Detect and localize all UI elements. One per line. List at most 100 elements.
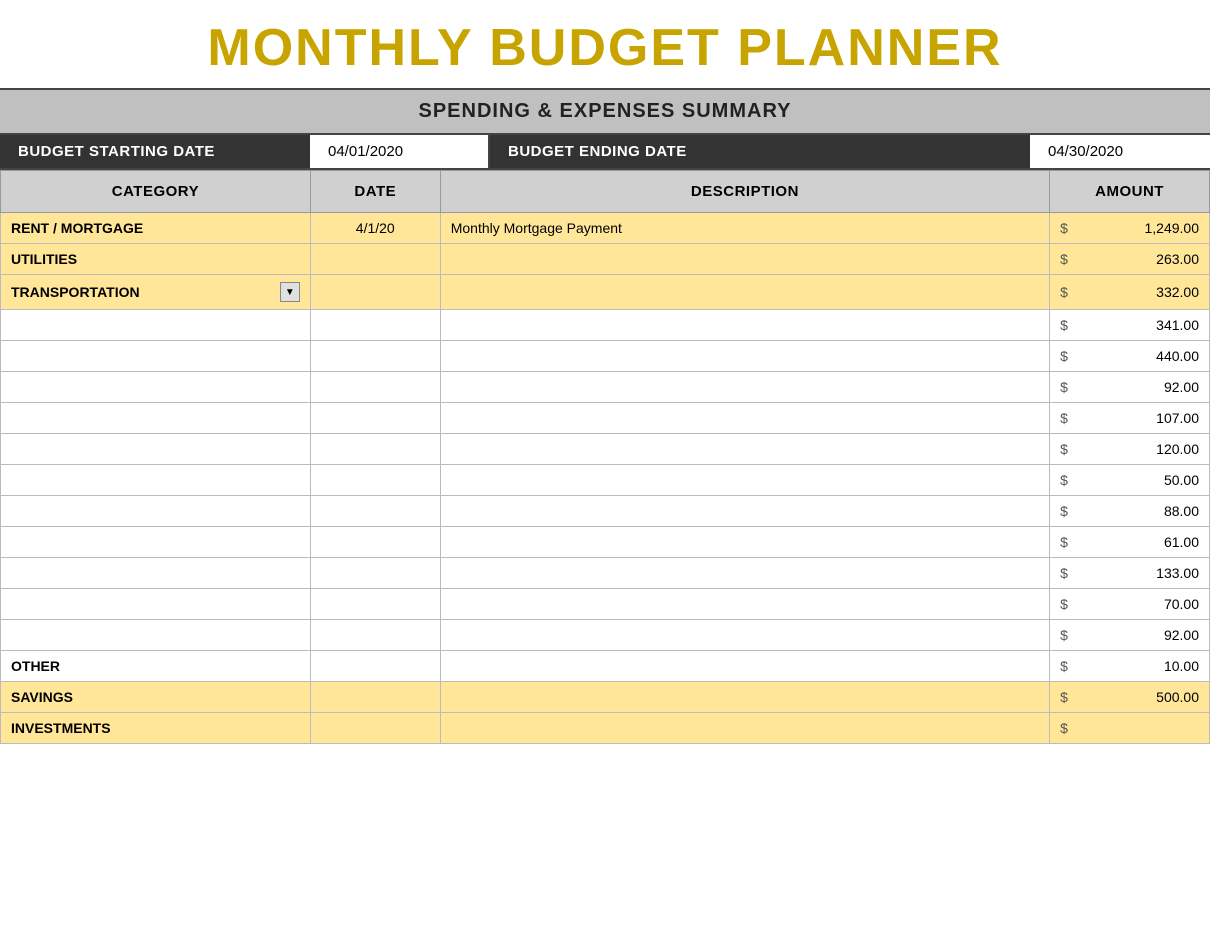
dollar-sign: $	[1060, 317, 1072, 333]
dollar-sign: $	[1060, 220, 1072, 236]
description-cell[interactable]	[440, 682, 1049, 713]
table-row: UTILITIES $263.00	[1, 244, 1210, 275]
table-header-row: CATEGORY DATE DESCRIPTION AMOUNT	[1, 171, 1210, 213]
amount-value: 120.00	[1072, 441, 1199, 457]
amount-cell[interactable]: $61.00	[1050, 527, 1210, 558]
amount-cell[interactable]: $1,249.00	[1050, 213, 1210, 244]
category-cell: SAVINGS	[1, 682, 311, 713]
description-cell[interactable]	[440, 341, 1049, 372]
description-cell[interactable]	[440, 620, 1049, 651]
amount-cell[interactable]: $92.00	[1050, 620, 1210, 651]
amount-cell[interactable]: $107.00	[1050, 403, 1210, 434]
description-cell[interactable]	[440, 651, 1049, 682]
description-cell[interactable]	[440, 465, 1049, 496]
amount-value: 10.00	[1072, 658, 1199, 674]
description-cell[interactable]	[440, 372, 1049, 403]
date-cell[interactable]	[310, 558, 440, 589]
date-cell[interactable]	[310, 589, 440, 620]
table-row: $61.00	[1, 527, 1210, 558]
category-label: SAVINGS	[11, 689, 73, 705]
date-cell[interactable]	[310, 682, 440, 713]
table-row: INVESTMENTS$	[1, 713, 1210, 744]
dollar-sign: $	[1060, 284, 1072, 300]
description-cell[interactable]	[440, 496, 1049, 527]
header-description: DESCRIPTION	[440, 171, 1049, 213]
amount-cell[interactable]: $263.00	[1050, 244, 1210, 275]
dollar-sign: $	[1060, 720, 1072, 736]
amount-cell[interactable]: $	[1050, 713, 1210, 744]
amount-value: 341.00	[1072, 317, 1199, 333]
category-cell	[1, 310, 311, 341]
amount-cell[interactable]: $133.00	[1050, 558, 1210, 589]
category-cell: RENT / MORTGAGE	[1, 213, 311, 244]
amount-cell[interactable]: $92.00	[1050, 372, 1210, 403]
date-cell[interactable]	[310, 713, 440, 744]
category-label: OTHER	[11, 658, 60, 674]
amount-value: 500.00	[1072, 689, 1199, 705]
description-cell[interactable]	[440, 589, 1049, 620]
description-cell[interactable]	[440, 403, 1049, 434]
category-label: RENT / MORTGAGE	[11, 220, 143, 236]
date-cell[interactable]	[310, 434, 440, 465]
header-category: CATEGORY	[1, 171, 311, 213]
description-cell[interactable]: Monthly Mortgage Payment	[440, 213, 1049, 244]
date-cell[interactable]	[310, 244, 440, 275]
category-cell	[1, 465, 311, 496]
category-cell	[1, 558, 311, 589]
category-cell[interactable]: TRANSPORTATION▼	[1, 275, 311, 310]
amount-cell[interactable]: $332.00	[1050, 275, 1210, 310]
description-cell[interactable]	[440, 275, 1049, 310]
amount-value: 61.00	[1072, 534, 1199, 550]
amount-value: 50.00	[1072, 472, 1199, 488]
amount-cell[interactable]: $88.00	[1050, 496, 1210, 527]
amount-cell[interactable]: $341.00	[1050, 310, 1210, 341]
table-row: $341.00	[1, 310, 1210, 341]
table-row: $88.00	[1, 496, 1210, 527]
dollar-sign: $	[1060, 472, 1072, 488]
dollar-sign: $	[1060, 658, 1072, 674]
date-cell[interactable]	[310, 527, 440, 558]
amount-cell[interactable]: $500.00	[1050, 682, 1210, 713]
category-cell	[1, 341, 311, 372]
dollar-sign: $	[1060, 410, 1072, 426]
date-cell[interactable]	[310, 620, 440, 651]
description-cell[interactable]	[440, 434, 1049, 465]
budget-table-wrapper: CATEGORY DATE DESCRIPTION AMOUNT RENT / …	[0, 170, 1210, 744]
description-cell[interactable]	[440, 310, 1049, 341]
date-cell[interactable]	[310, 310, 440, 341]
date-cell[interactable]	[310, 372, 440, 403]
category-cell	[1, 620, 311, 651]
category-label: UTILITIES	[11, 251, 77, 267]
dollar-sign: $	[1060, 251, 1072, 267]
amount-cell[interactable]: $120.00	[1050, 434, 1210, 465]
amount-value: 440.00	[1072, 348, 1199, 364]
budget-start-value[interactable]: 04/01/2020	[310, 135, 490, 168]
amount-value: 92.00	[1072, 627, 1199, 643]
date-cell[interactable]	[310, 341, 440, 372]
date-cell[interactable]: 4/1/20	[310, 213, 440, 244]
dollar-sign: $	[1060, 379, 1072, 395]
date-cell[interactable]	[310, 465, 440, 496]
amount-value: 1,249.00	[1072, 220, 1199, 236]
date-cell[interactable]	[310, 651, 440, 682]
table-row: $92.00	[1, 372, 1210, 403]
date-cell[interactable]	[310, 275, 440, 310]
category-cell	[1, 527, 311, 558]
description-cell[interactable]	[440, 558, 1049, 589]
table-row: $50.00	[1, 465, 1210, 496]
date-cell[interactable]	[310, 496, 440, 527]
amount-cell[interactable]: $10.00	[1050, 651, 1210, 682]
dropdown-trigger[interactable]: TRANSPORTATION▼	[11, 282, 300, 302]
budget-end-value[interactable]: 04/30/2020	[1030, 135, 1210, 168]
amount-cell[interactable]: $70.00	[1050, 589, 1210, 620]
dollar-sign: $	[1060, 689, 1072, 705]
dropdown-arrow-icon[interactable]: ▼	[280, 282, 300, 302]
description-cell[interactable]	[440, 244, 1049, 275]
amount-cell[interactable]: $440.00	[1050, 341, 1210, 372]
description-cell[interactable]	[440, 713, 1049, 744]
category-cell	[1, 372, 311, 403]
amount-cell[interactable]: $50.00	[1050, 465, 1210, 496]
table-row: $440.00	[1, 341, 1210, 372]
date-cell[interactable]	[310, 403, 440, 434]
description-cell[interactable]	[440, 527, 1049, 558]
